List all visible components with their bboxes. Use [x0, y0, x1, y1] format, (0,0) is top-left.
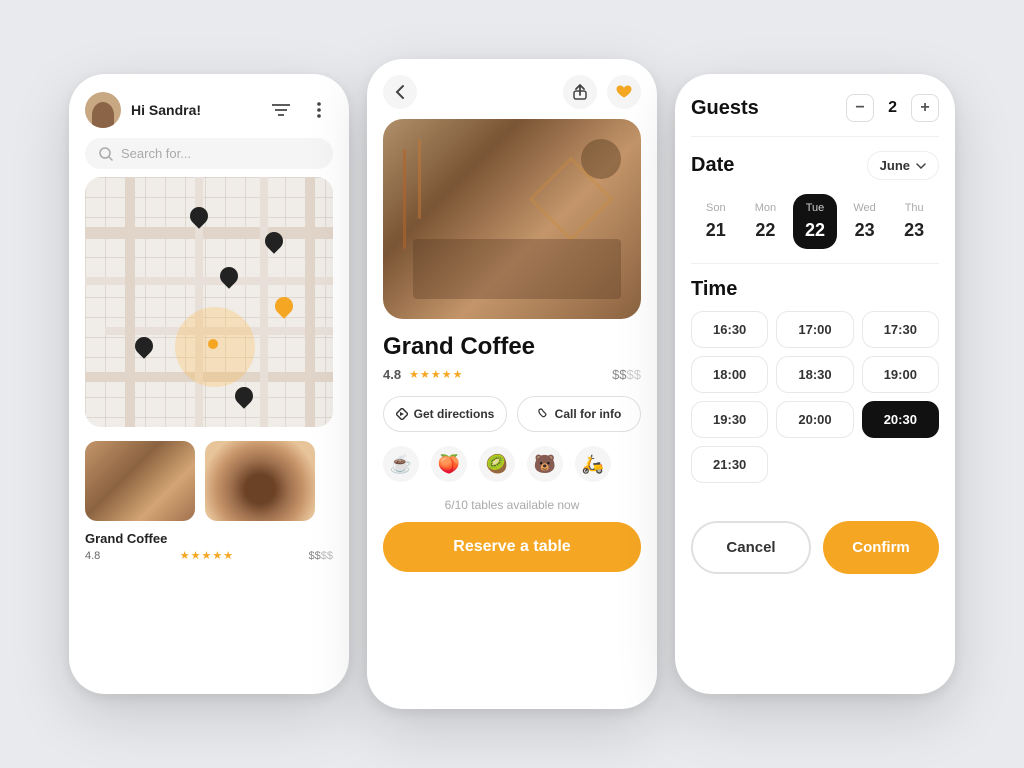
date-son-21[interactable]: Son 21: [694, 194, 738, 249]
call-label: Call for info: [555, 407, 622, 421]
date-thu-23[interactable]: Thu 23: [892, 194, 936, 249]
time-slot-1830[interactable]: 18:30: [776, 356, 853, 393]
back-button[interactable]: [383, 75, 417, 109]
bottom-actions: Cancel Confirm: [675, 507, 955, 588]
header-icons: [267, 96, 333, 124]
restaurant-name: Grand Coffee: [383, 333, 641, 361]
time-slot-1630[interactable]: 16:30: [691, 311, 768, 348]
restaurant-meta: 4.8 ★★★★★ $$$$: [383, 367, 641, 382]
avatar: [85, 92, 121, 128]
date-row: Son 21 Mon 22 Tue 22 Wed 23 Thu 23: [691, 194, 939, 249]
detail-rating: 4.8: [383, 367, 401, 382]
map-pin[interactable]: [235, 387, 253, 409]
category-food2[interactable]: 🥝: [479, 446, 515, 482]
detail-screen: Grand Coffee 4.8 ★★★★★ $$$$ Get directio…: [367, 59, 657, 709]
search-icon: [99, 147, 113, 161]
decrease-guests-button[interactable]: −: [846, 94, 874, 122]
map-header: Hi Sandra!: [69, 74, 349, 138]
divider-1: [691, 136, 939, 137]
increase-guests-button[interactable]: +: [911, 94, 939, 122]
card-rating: 4.8: [85, 550, 100, 562]
month-selector[interactable]: June: [867, 151, 939, 180]
date-mon-22[interactable]: Mon 22: [743, 194, 787, 249]
map-screen: Hi Sandra!: [69, 74, 349, 694]
search-placeholder: Search for...: [121, 146, 191, 161]
map-pin[interactable]: [265, 232, 283, 254]
map-area[interactable]: [85, 177, 333, 427]
favorite-button[interactable]: [607, 75, 641, 109]
divider-2: [691, 263, 939, 264]
time-slot-1900[interactable]: 19:00: [862, 356, 939, 393]
card-restaurant-name: Grand Coffee: [85, 531, 333, 546]
time-slot-2000[interactable]: 20:00: [776, 401, 853, 438]
share-button[interactable]: [563, 75, 597, 109]
time-label: Time: [691, 278, 939, 301]
card-price: $$$$: [308, 550, 333, 562]
detail-actions: [563, 75, 641, 109]
search-bar[interactable]: Search for...: [85, 138, 333, 169]
map-pin[interactable]: [220, 267, 238, 289]
category-icons: ☕ 🍑 🥝 🐻 🛵: [383, 446, 641, 482]
date-section-header: Date June: [691, 151, 939, 180]
time-slot-1700[interactable]: 17:00: [776, 311, 853, 348]
get-directions-button[interactable]: Get directions: [383, 396, 507, 432]
time-slot-1800[interactable]: 18:00: [691, 356, 768, 393]
time-slot-1930[interactable]: 19:30: [691, 401, 768, 438]
cancel-button[interactable]: Cancel: [691, 521, 811, 574]
call-for-info-button[interactable]: Call for info: [517, 396, 641, 432]
date-tue-22[interactable]: Tue 22: [793, 194, 837, 249]
category-delivery[interactable]: 🛵: [575, 446, 611, 482]
date-wed-23[interactable]: Wed 23: [843, 194, 887, 249]
map-center-dot: [208, 339, 218, 349]
cards-section: Grand Coffee 4.8 ★★★★★ $$$$: [69, 427, 349, 576]
guests-count: 2: [888, 99, 897, 117]
map-pin[interactable]: [135, 337, 153, 359]
map-pin-orange[interactable]: [275, 297, 293, 319]
detail-header: [367, 59, 657, 119]
directions-label: Get directions: [414, 407, 495, 421]
greeting-text: Hi Sandra!: [131, 102, 257, 118]
time-slot-1730[interactable]: 17:30: [862, 311, 939, 348]
date-label: Date: [691, 154, 734, 177]
card-stars: ★★★★★: [180, 549, 233, 562]
map-pin[interactable]: [190, 207, 208, 229]
detail-price: $$$$: [612, 367, 641, 382]
reservation-screen: Guests − 2 + Date June: [675, 74, 955, 694]
category-coffee[interactable]: ☕: [383, 446, 419, 482]
reserve-table-button[interactable]: Reserve a table: [383, 522, 641, 572]
guests-section: Guests − 2 +: [691, 94, 939, 122]
time-grid: 16:30 17:00 17:30 18:00 18:30 19:00 19:3…: [691, 311, 939, 483]
filter-icon[interactable]: [267, 96, 295, 124]
detail-content: Grand Coffee 4.8 ★★★★★ $$$$ Get directio…: [367, 319, 657, 586]
detail-buttons: Get directions Call for info: [383, 396, 641, 432]
category-food1[interactable]: 🍑: [431, 446, 467, 482]
category-food3[interactable]: 🐻: [527, 446, 563, 482]
month-label: June: [880, 158, 910, 173]
chevron-down-icon: [916, 163, 926, 169]
restaurant-image: [383, 119, 641, 319]
time-slot-2130[interactable]: 21:30: [691, 446, 768, 483]
time-slot-2030[interactable]: 20:30: [862, 401, 939, 438]
guests-label: Guests: [691, 97, 759, 120]
availability-text: 6/10 tables available now: [383, 498, 641, 512]
restaurant-card-2[interactable]: [205, 441, 315, 521]
reservation-content: Guests − 2 + Date June: [675, 74, 955, 503]
guests-control: − 2 +: [846, 94, 939, 122]
detail-stars: ★★★★★: [409, 368, 462, 381]
more-icon[interactable]: [305, 96, 333, 124]
restaurant-card[interactable]: [85, 441, 195, 521]
confirm-button[interactable]: Confirm: [823, 521, 939, 574]
